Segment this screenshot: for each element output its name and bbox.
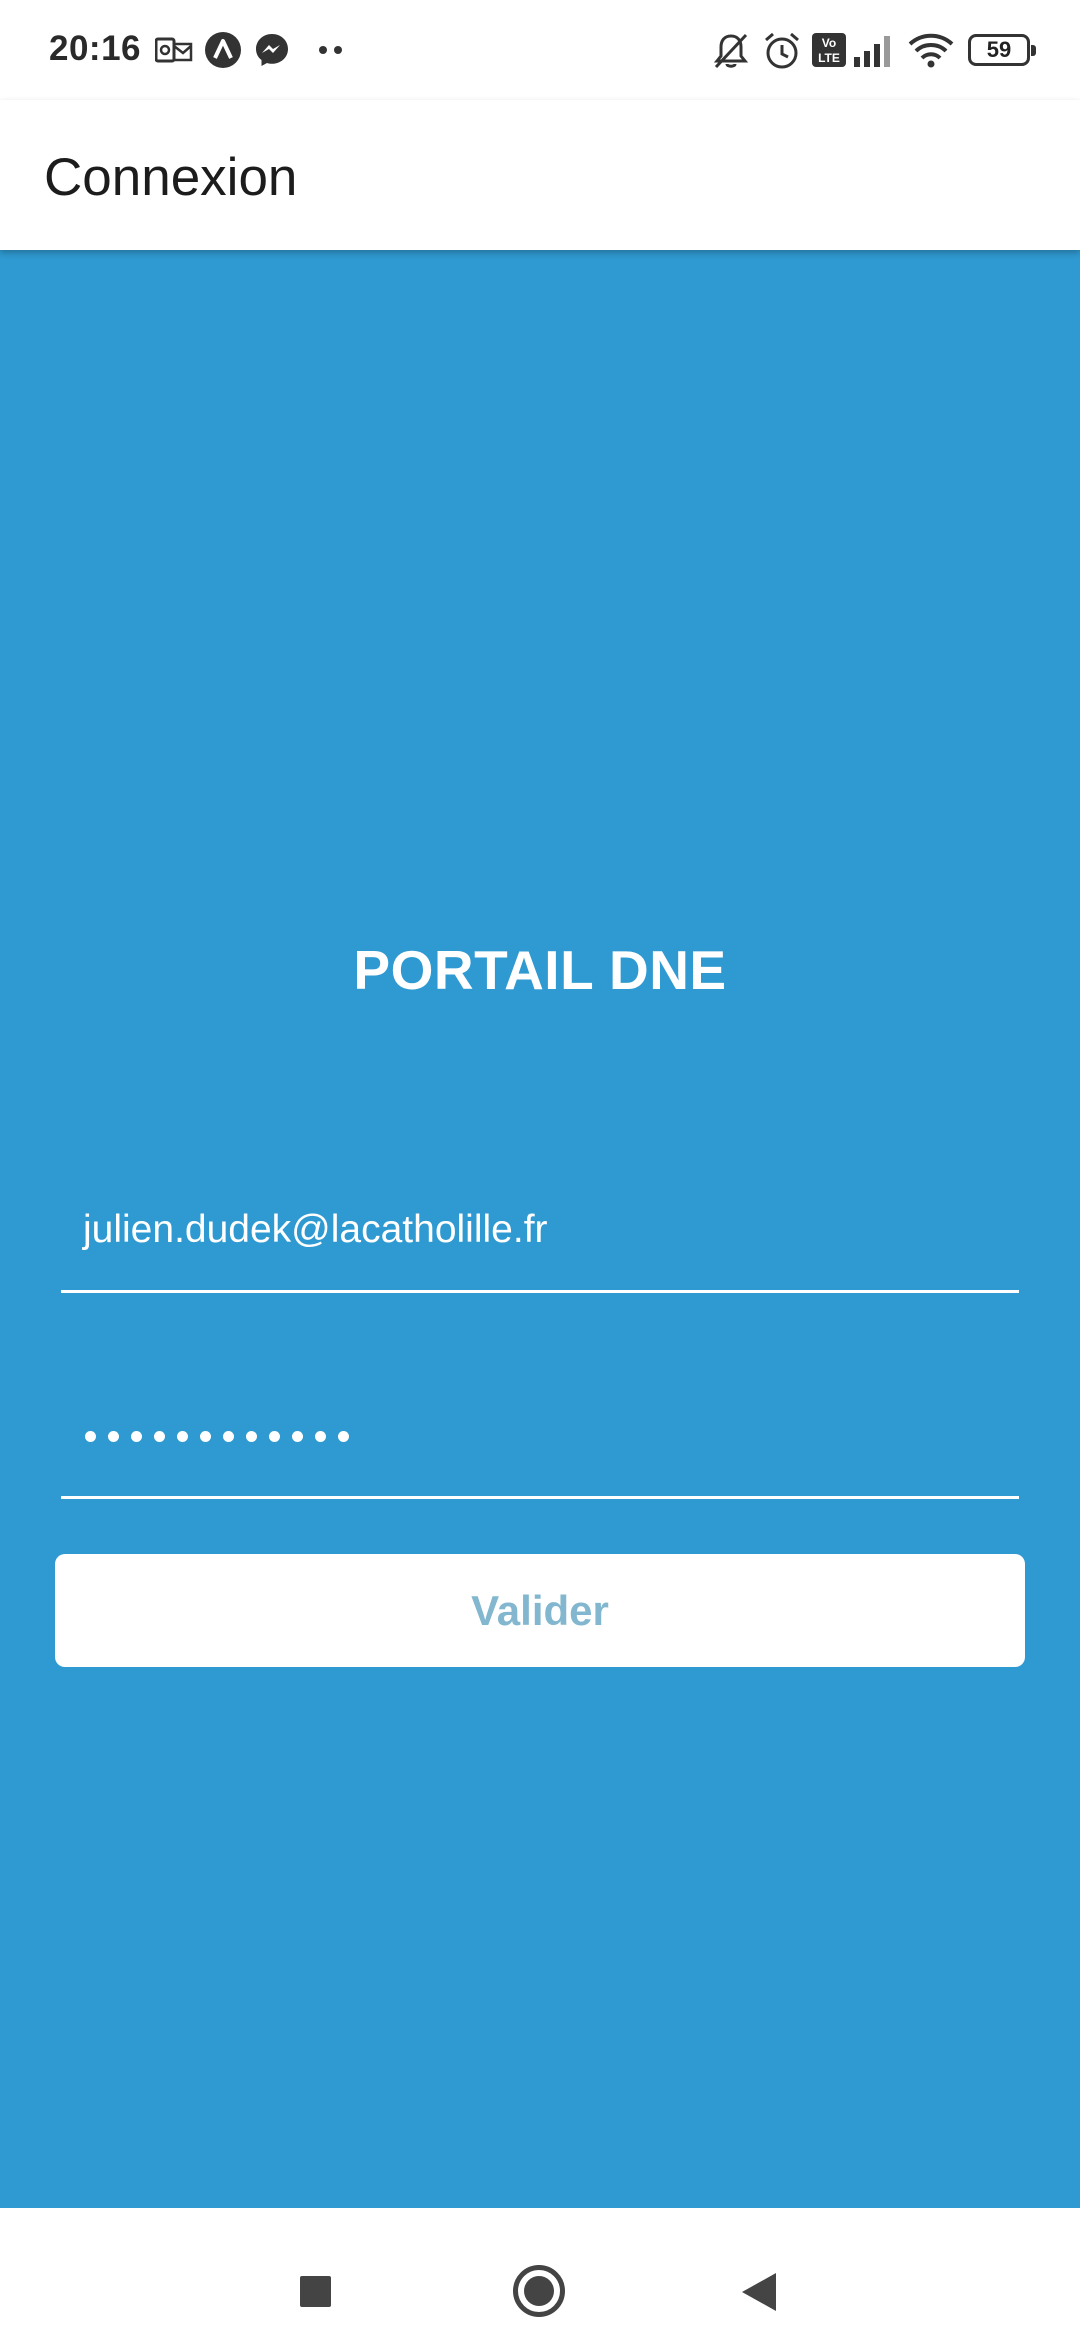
- signal-icon: [854, 36, 890, 67]
- volte-icon: Vo LTE: [812, 33, 846, 67]
- back-button[interactable]: [742, 2273, 776, 2311]
- password-dot: [338, 1431, 349, 1442]
- password-dot: [177, 1431, 188, 1442]
- outlook-icon: [155, 37, 193, 63]
- email-value: julien.dudek@lacatholille.fr: [83, 1208, 548, 1251]
- battery-icon: 59: [968, 34, 1036, 66]
- password-dot: [292, 1431, 303, 1442]
- messenger-icon: [256, 34, 288, 66]
- password-dot: [131, 1431, 142, 1442]
- password-dot: [269, 1431, 280, 1442]
- password-dot: [154, 1431, 165, 1442]
- portal-title: PORTAIL DNE: [353, 939, 727, 1001]
- wifi-icon: [908, 33, 954, 68]
- svg-text:Vo: Vo: [822, 36, 836, 50]
- system-nav-bar: [0, 2208, 1080, 2340]
- submit-button[interactable]: Valider: [55, 1554, 1025, 1667]
- page-title: Connexion: [44, 148, 298, 207]
- password-dot: [223, 1431, 234, 1442]
- password-dot: [108, 1431, 119, 1442]
- home-button[interactable]: [513, 2265, 565, 2317]
- alarm-icon: [765, 32, 799, 69]
- more-dots-icon: [319, 46, 342, 54]
- password-dot: [315, 1431, 326, 1442]
- password-dot: [246, 1431, 257, 1442]
- status-time: 20:16: [49, 29, 142, 68]
- status-bar: 20:16 Vo LTE 59: [0, 0, 1080, 100]
- password-dot: [85, 1431, 96, 1442]
- password-value: [85, 1431, 349, 1442]
- app-bar: Connexion: [0, 100, 1080, 250]
- password-dot: [200, 1431, 211, 1442]
- battery-level: 59: [986, 37, 1012, 62]
- avast-icon: [205, 32, 241, 68]
- login-screen: PORTAIL DNE julien.dudek@lacatholille.fr…: [0, 250, 1080, 2208]
- bell-off-icon: [713, 33, 749, 69]
- svg-text:LTE: LTE: [818, 51, 840, 65]
- recent-apps-button[interactable]: [300, 2276, 331, 2307]
- password-field[interactable]: [61, 1373, 1019, 1499]
- email-field[interactable]: julien.dudek@lacatholille.fr: [61, 1168, 1019, 1293]
